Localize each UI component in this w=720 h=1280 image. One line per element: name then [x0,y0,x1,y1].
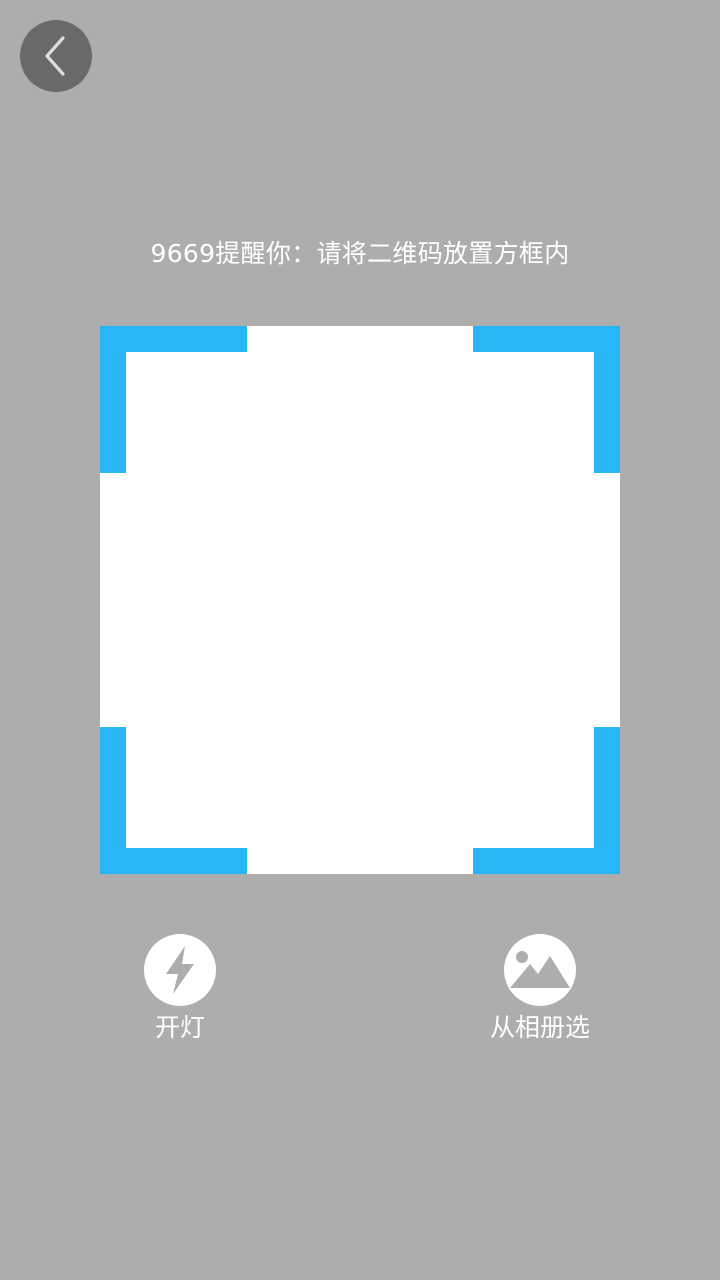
album-label: 从相册选 [489,1013,590,1042]
scan-frame [100,326,620,874]
scan-hint-text: 9669提醒你：请将二维码放置方框内 [150,239,570,268]
flash-toggle-button[interactable]: 开灯 [80,934,280,1046]
scan-corner-bottom-left [100,727,247,874]
scan-corner-top-left [100,326,247,473]
qr-scan-screen: 9669提醒你：请将二维码放置方框内 开灯 从相册选 [0,0,720,1280]
album-select-button[interactable]: 从相册选 [440,934,640,1046]
chevron-left-icon [45,36,65,76]
image-icon[interactable] [504,934,576,1006]
scan-corner-top-right [473,326,620,473]
flash-icon[interactable] [144,934,216,1006]
scan-corner-bottom-right [473,727,620,874]
back-button[interactable] [20,20,92,92]
flash-label: 开灯 [154,1013,205,1042]
